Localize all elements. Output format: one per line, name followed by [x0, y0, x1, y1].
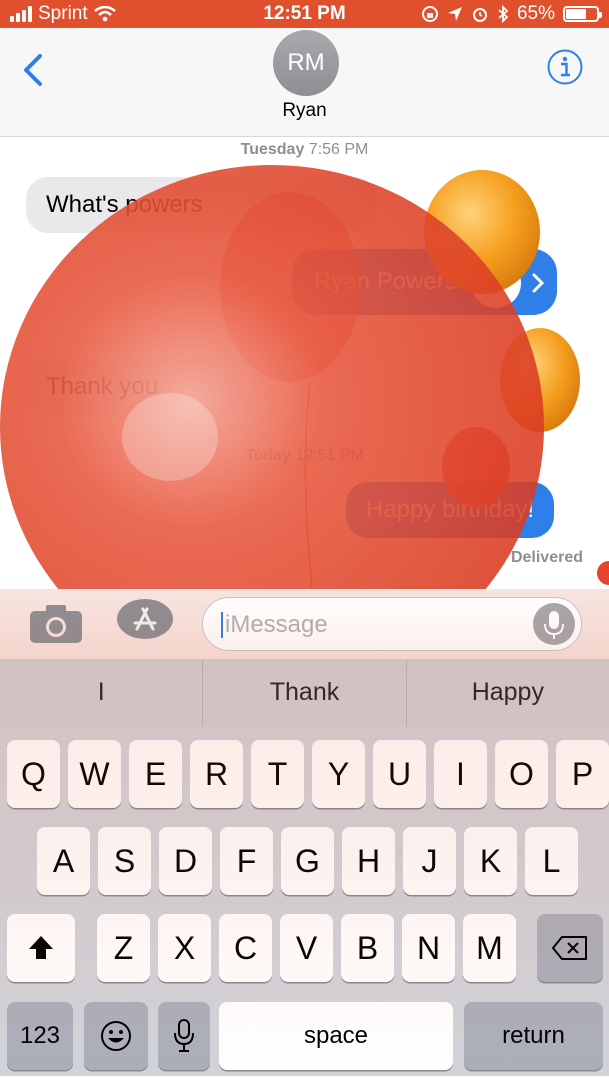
key-w[interactable]: W	[68, 740, 121, 808]
key-c[interactable]: C	[219, 914, 272, 982]
shift-key[interactable]	[7, 914, 75, 982]
key-o[interactable]: O	[495, 740, 548, 808]
alarm-icon	[472, 8, 487, 22]
bluetooth-icon	[498, 5, 509, 23]
key-t[interactable]: T	[251, 740, 304, 808]
status-right: 65%	[421, 3, 602, 25]
suggestion-2[interactable]: Thank	[203, 659, 407, 727]
dictation-key[interactable]	[158, 1002, 210, 1070]
key-k[interactable]: K	[464, 827, 517, 895]
message-thread[interactable]: Tuesday 7:56 PM What's powers Ryan Power…	[0, 137, 609, 589]
status-bar: Sprint 12:51 PM 65%	[0, 0, 609, 28]
suggestion-3[interactable]: Happy	[407, 659, 609, 727]
rotation-lock-icon	[421, 6, 438, 22]
microphone-icon	[544, 611, 564, 639]
keyboard: I Thank Happy QWERTYUIOPASDFGHJKLZXCVBNM…	[0, 659, 609, 1076]
return-key[interactable]: return	[464, 1002, 603, 1070]
key-j[interactable]: J	[403, 827, 456, 895]
compose-bar: iMessage	[0, 589, 609, 659]
incoming-message[interactable]: Thank you	[26, 359, 242, 415]
numbers-key[interactable]: 123	[7, 1002, 73, 1070]
key-n[interactable]: N	[402, 914, 455, 982]
key-q[interactable]: Q	[7, 740, 60, 808]
emoji-icon	[101, 1021, 131, 1051]
camera-icon[interactable]	[28, 601, 84, 645]
microphone-icon	[174, 1019, 194, 1052]
back-button[interactable]	[18, 50, 48, 90]
timestamp: Tuesday 7:56 PM	[240, 141, 369, 158]
key-y[interactable]: Y	[312, 740, 365, 808]
key-i[interactable]: I	[434, 740, 487, 808]
contact-card-avatar: RP	[470, 257, 521, 308]
contact-card-name: Ryan Powers	[314, 268, 457, 295]
info-icon[interactable]	[546, 48, 584, 86]
app-store-icon[interactable]	[115, 597, 175, 641]
avatar[interactable]: RM	[273, 30, 339, 96]
location-icon	[447, 7, 462, 21]
contact-name[interactable]: Ryan	[0, 100, 609, 122]
key-e[interactable]: E	[129, 740, 182, 808]
key-u[interactable]: U	[373, 740, 426, 808]
delivered-status: Delivered	[510, 549, 583, 566]
dictation-button[interactable]	[533, 603, 575, 645]
key-s[interactable]: S	[98, 827, 151, 895]
emoji-key[interactable]	[84, 1002, 148, 1070]
key-p[interactable]: P	[556, 740, 609, 808]
delete-key[interactable]	[537, 914, 603, 982]
key-z[interactable]: Z	[97, 914, 150, 982]
outgoing-contact-card[interactable]: Ryan Powers RP	[292, 249, 557, 315]
key-a[interactable]: A	[37, 827, 90, 895]
key-m[interactable]: M	[463, 914, 516, 982]
outgoing-message[interactable]: Happy birthday!	[346, 482, 555, 538]
message-placeholder: iMessage	[225, 611, 328, 638]
key-h[interactable]: H	[342, 827, 395, 895]
key-l[interactable]: L	[525, 827, 578, 895]
battery-icon	[563, 6, 602, 22]
incoming-message[interactable]: What's powers	[26, 177, 376, 233]
key-x[interactable]: X	[158, 914, 211, 982]
key-f[interactable]: F	[220, 827, 273, 895]
message-input[interactable]: iMessage	[202, 597, 582, 651]
balloon-small	[597, 561, 609, 585]
text-caret	[221, 612, 223, 638]
key-b[interactable]: B	[341, 914, 394, 982]
suggestion-1[interactable]: I	[0, 659, 204, 727]
shift-icon	[29, 936, 53, 959]
key-d[interactable]: D	[159, 827, 212, 895]
key-g[interactable]: G	[281, 827, 334, 895]
predictive-bar: I Thank Happy	[0, 659, 609, 727]
timestamp: Today 12:51 PM	[245, 447, 364, 464]
key-r[interactable]: R	[190, 740, 243, 808]
delete-icon	[551, 936, 587, 960]
conversation-header: RM Ryan	[0, 28, 609, 137]
balloon-orange	[500, 328, 580, 432]
chevron-right-icon	[532, 273, 544, 293]
battery-percent: 65%	[516, 3, 555, 24]
key-v[interactable]: V	[280, 914, 333, 982]
space-key[interactable]: space	[219, 1002, 453, 1070]
